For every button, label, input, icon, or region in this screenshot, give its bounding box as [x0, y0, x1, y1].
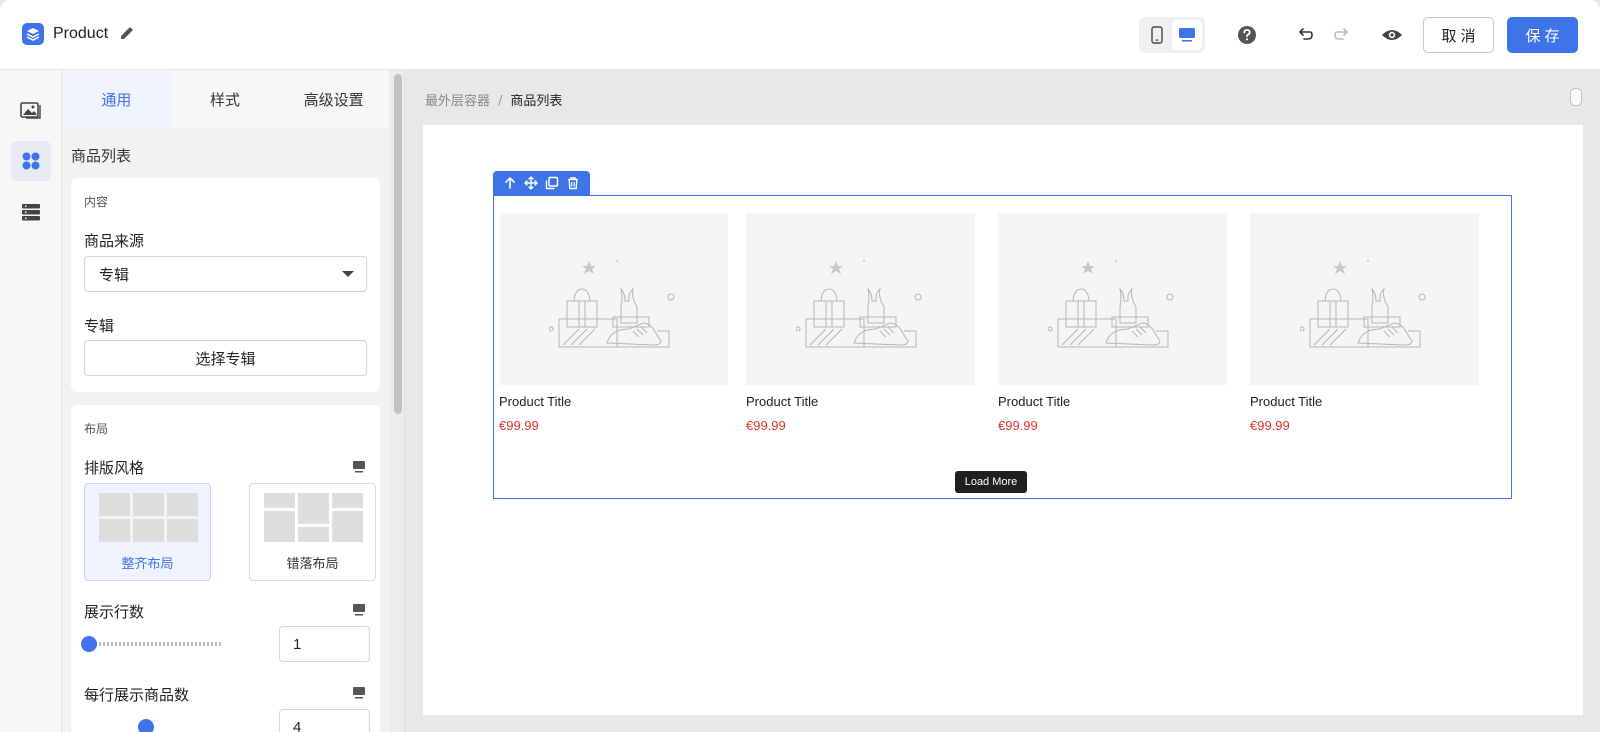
breadcrumb-separator: / [498, 94, 503, 109]
product-title: Product Title [1250, 394, 1323, 409]
layout-option-grid-label: 整齐布局 [121, 557, 174, 572]
eye-icon[interactable] [1381, 24, 1403, 46]
redo-icon[interactable] [1331, 24, 1353, 46]
copy-icon[interactable] [544, 175, 560, 191]
product-placeholder-image [1250, 213, 1479, 385]
rows-label: 展示行数 [84, 603, 145, 621]
tab-general[interactable]: 通用 [62, 70, 171, 128]
product-placeholder-image [998, 213, 1227, 385]
settings-tabs: 通用 样式 高级设置 [62, 70, 388, 128]
trash-icon[interactable] [565, 175, 581, 191]
product-price: €99.99 [746, 418, 786, 433]
product-placeholder-image [499, 213, 728, 385]
breadcrumb: 最外层容器 / 商品列表 [425, 90, 562, 109]
layout-option-grid[interactable]: 整齐布局 [84, 483, 211, 581]
top-bar: Product 取消 保存 [0, 0, 1600, 70]
image-icon [20, 102, 41, 119]
product-card[interactable]: Product Title €99.99 [998, 213, 1227, 433]
product-card[interactable]: Product Title €99.99 [746, 213, 975, 433]
layout-card: 布局 排版风格 整齐布局 错落布局 展示行数 1 每行展示商品数 4 [71, 405, 380, 732]
product-placeholder-icon [1299, 260, 1425, 348]
style-label: 排版风格 [84, 459, 145, 477]
layout-card-title: 布局 [84, 422, 109, 436]
rows-slider-handle[interactable] [81, 636, 97, 652]
monitor-icon[interactable] [352, 603, 366, 617]
product-price: €99.99 [499, 418, 539, 433]
per-row-label: 每行展示商品数 [84, 686, 190, 704]
breadcrumb-current: 商品列表 [510, 94, 563, 109]
album-label: 专辑 [84, 317, 115, 335]
rail-item-media[interactable] [11, 90, 51, 130]
panel-scrollbar[interactable] [390, 70, 405, 732]
select-album-button[interactable]: 选择专辑 [84, 340, 367, 376]
source-select-value: 专辑 [99, 265, 130, 284]
rail-item-components[interactable] [11, 141, 51, 181]
product-card[interactable]: Product Title €99.99 [1250, 213, 1479, 433]
product-price: €99.99 [998, 418, 1038, 433]
settings-panel: 通用 样式 高级设置 商品列表 内容 商品来源 专辑 专辑 选择专辑 布局 排版… [62, 70, 390, 732]
arrow-up-icon[interactable] [502, 175, 518, 191]
panel-scrollbar-thumb[interactable] [394, 74, 402, 414]
rows-input[interactable]: 1 [279, 626, 370, 662]
monitor-icon[interactable] [352, 686, 366, 700]
tab-advanced[interactable]: 高级设置 [279, 70, 388, 128]
pencil-icon[interactable] [118, 24, 136, 42]
per-row-input[interactable]: 4 [279, 709, 370, 732]
product-card[interactable]: Product Title €99.99 [499, 213, 728, 433]
tab-style[interactable]: 样式 [171, 70, 280, 128]
layers-icon [22, 23, 44, 45]
undo-icon[interactable] [1294, 24, 1316, 46]
desktop-icon[interactable] [1172, 20, 1202, 50]
staggered-layout-icon [264, 493, 363, 542]
rail-item-layers[interactable] [11, 192, 51, 232]
product-title: Product Title [998, 394, 1071, 409]
left-rail [0, 70, 62, 732]
section-title: 商品列表 [71, 147, 132, 165]
load-more-button[interactable]: Load More [955, 471, 1027, 493]
cancel-button[interactable]: 取消 [1423, 17, 1494, 53]
product-placeholder-icon [548, 260, 674, 348]
layout-option-staggered-label: 错落布局 [286, 557, 339, 572]
content-card: 内容 商品来源 专辑 专辑 选择专辑 [71, 178, 380, 392]
mobile-icon[interactable] [1142, 20, 1172, 50]
layout-option-staggered[interactable]: 错落布局 [249, 483, 376, 581]
monitor-icon[interactable] [352, 460, 366, 474]
product-placeholder-icon [795, 260, 921, 348]
help-circle-icon[interactable] [1236, 24, 1258, 46]
device-toggle [1139, 17, 1205, 53]
product-price: €99.99 [1250, 418, 1290, 433]
product-placeholder-icon [1047, 260, 1173, 348]
save-button[interactable]: 保存 [1507, 17, 1578, 53]
move-icon[interactable] [523, 175, 539, 191]
grid-layout-icon [99, 493, 198, 542]
app-title: Product [53, 25, 109, 42]
product-placeholder-image [746, 213, 975, 385]
breadcrumb-root[interactable]: 最外层容器 [425, 94, 490, 109]
block-toolbar [493, 171, 590, 195]
chevron-down-icon [342, 271, 354, 277]
product-list-block[interactable]: Product Title €99.99 Product Title €99.9… [493, 195, 1512, 499]
components-icon [22, 152, 40, 170]
canvas-scrollbar-thumb[interactable] [1570, 88, 1582, 106]
product-title: Product Title [499, 394, 572, 409]
per-row-slider-handle[interactable] [138, 719, 154, 732]
product-title: Product Title [746, 394, 819, 409]
list-icon [22, 204, 40, 221]
content-card-title: 内容 [84, 195, 109, 209]
source-select[interactable]: 专辑 [84, 256, 367, 292]
source-label: 商品来源 [84, 232, 145, 250]
rows-slider[interactable] [91, 642, 221, 646]
